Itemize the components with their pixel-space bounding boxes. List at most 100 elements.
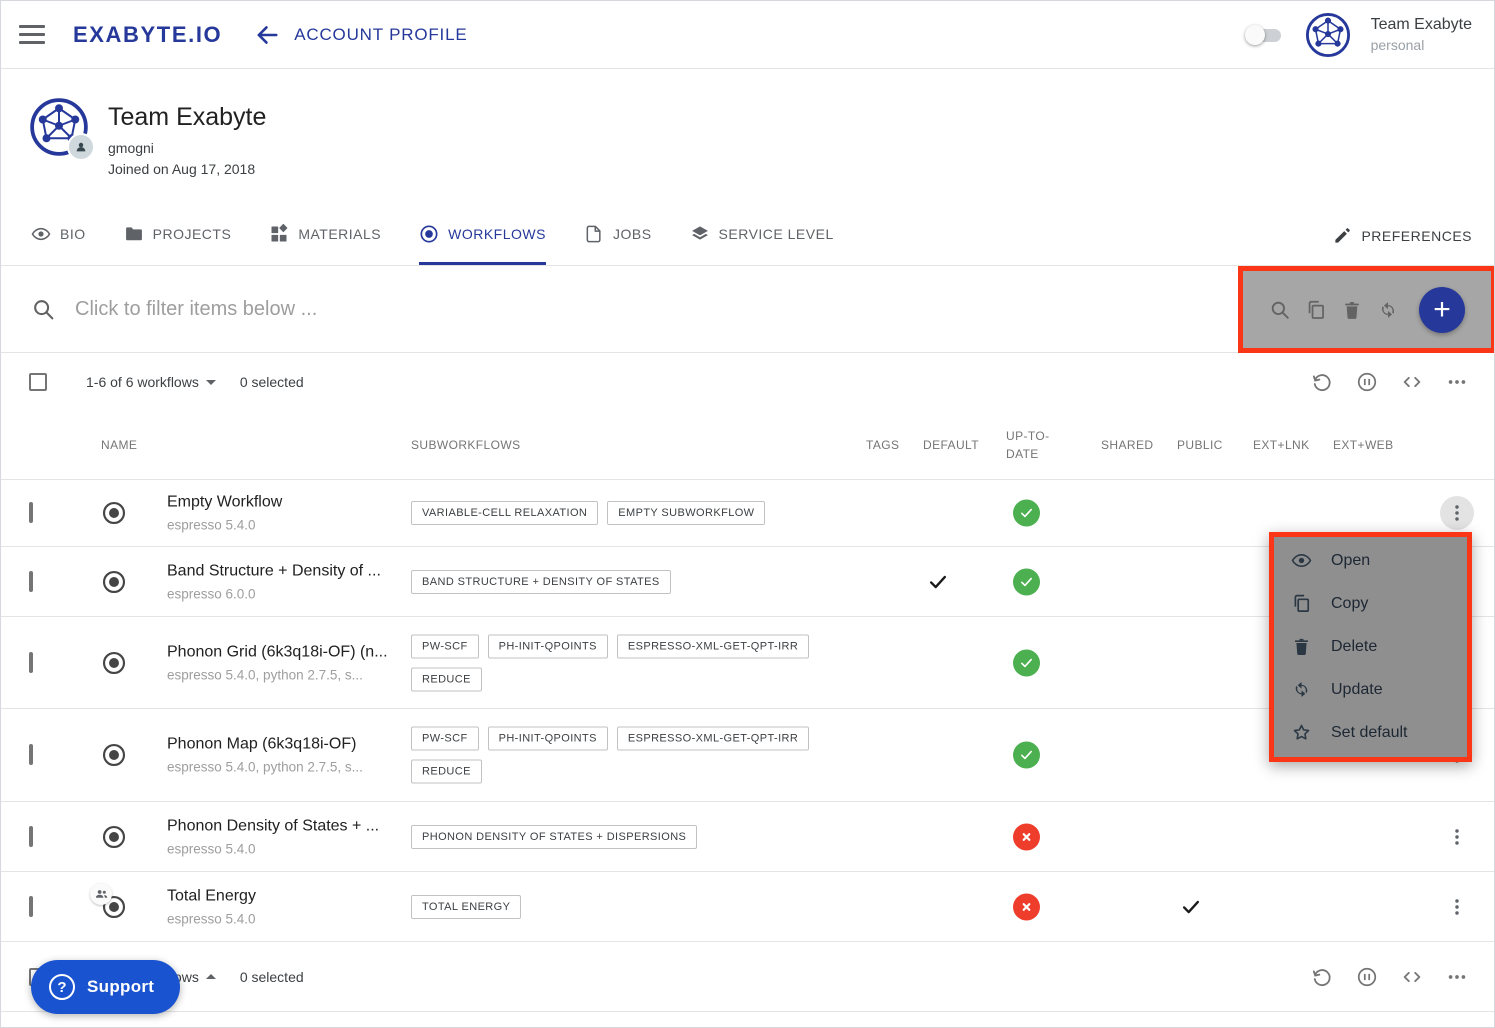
up-to-date-badge xyxy=(1013,649,1040,676)
col-header-tags: TAGS xyxy=(866,438,899,452)
sync-icon xyxy=(1291,679,1312,700)
more-button[interactable] xyxy=(1446,371,1468,393)
help-icon: ? xyxy=(49,974,75,1000)
code-button[interactable] xyxy=(1401,371,1423,393)
workflow-name[interactable]: Total Energy xyxy=(167,887,405,905)
caret-up-icon xyxy=(206,974,216,979)
row-menu-button[interactable] xyxy=(1446,826,1468,848)
menu-item-delete[interactable]: Delete xyxy=(1274,625,1467,668)
kebab-menu-icon xyxy=(1446,502,1468,524)
support-button[interactable]: ? Support xyxy=(31,960,180,1014)
pencil-icon xyxy=(1333,226,1352,245)
col-header-subworkflows: SUBWORKFLOWS xyxy=(411,438,520,452)
filter-input[interactable] xyxy=(73,297,857,322)
tab-label: SERVICE LEVEL xyxy=(719,226,834,242)
history-button[interactable] xyxy=(1311,371,1333,393)
menu-item-update[interactable]: Update xyxy=(1274,668,1467,711)
row-checkbox[interactable] xyxy=(29,744,33,765)
radio-icon xyxy=(419,224,439,244)
account-profile-page: EXABYTE.IO ACCOUNT PROFILE Team Exabyte … xyxy=(0,0,1495,1028)
col-header-name: NAME xyxy=(101,438,137,452)
workflow-name[interactable]: Phonon Density of States + ... xyxy=(167,817,405,835)
update-button[interactable] xyxy=(1377,299,1399,321)
workflow-icon xyxy=(101,650,127,676)
workflow-version: espresso 6.0.0 xyxy=(167,586,405,601)
workflow-name[interactable]: Phonon Map (6k3q18i-OF) xyxy=(167,736,405,754)
workflow-name[interactable]: Empty Workflow xyxy=(167,493,405,511)
tab-materials[interactable]: MATERIALS xyxy=(269,206,381,265)
tab-projects[interactable]: PROJECTS xyxy=(124,206,232,265)
row-checkbox[interactable] xyxy=(29,502,33,523)
row-checkbox[interactable] xyxy=(29,652,33,673)
subworkflow-chip: PW-SCF xyxy=(411,727,479,751)
exabyte-logo[interactable]: EXABYTE.IO xyxy=(73,22,222,48)
subworkflow-chip: VARIABLE-CELL RELAXATION xyxy=(411,501,598,525)
subworkflow-chips: PW-SCF PH-INIT-QPOINTS ESPRESSO-XML-GET-… xyxy=(411,727,831,784)
subworkflow-chip: REDUCE xyxy=(411,667,482,691)
subworkflow-chip: EMPTY SUBWORKFLOW xyxy=(607,501,765,525)
pause-button[interactable] xyxy=(1356,371,1378,393)
tab-label: JOBS xyxy=(613,226,652,242)
shared-people-icon xyxy=(90,883,112,905)
account-avatar[interactable] xyxy=(1305,12,1351,58)
col-header-up-to-date: UP-TO-DATE xyxy=(1006,427,1064,463)
hamburger-menu-icon[interactable] xyxy=(19,25,45,44)
search-button[interactable] xyxy=(1269,299,1291,321)
workflow-name[interactable]: Phonon Grid (6k3q18i-OF) (n... xyxy=(167,643,405,661)
subworkflow-chip: BAND STRUCTURE + DENSITY OF STATES xyxy=(411,570,671,594)
account-name: Team Exabyte xyxy=(1371,14,1472,36)
up-to-date-badge xyxy=(1013,499,1040,526)
selected-count: 0 selected xyxy=(240,374,304,390)
tab-service-level[interactable]: SERVICE LEVEL xyxy=(690,206,834,265)
row-checkbox[interactable] xyxy=(29,826,33,847)
up-to-date-badge xyxy=(1013,742,1040,769)
public-check-icon xyxy=(1180,896,1202,918)
tab-bio[interactable]: BIO xyxy=(31,206,86,265)
document-icon xyxy=(584,224,604,244)
delete-button[interactable] xyxy=(1341,299,1363,321)
row-checkbox[interactable] xyxy=(29,571,33,592)
menu-item-set-default[interactable]: Set default xyxy=(1274,711,1467,754)
code-button[interactable] xyxy=(1401,966,1423,988)
profile-avatar xyxy=(29,97,89,157)
preferences-button[interactable]: PREFERENCES xyxy=(1333,206,1472,265)
workflow-name[interactable]: Band Structure + Density of ... xyxy=(167,562,405,580)
workflow-version: espresso 5.4.0 xyxy=(167,911,405,926)
row-menu-button[interactable] xyxy=(1446,896,1468,918)
header-toggle[interactable] xyxy=(1245,25,1285,45)
plus-icon: + xyxy=(1433,293,1451,327)
col-header-default: DEFAULT xyxy=(923,438,979,452)
menu-item-open[interactable]: Open xyxy=(1274,539,1467,582)
default-check-icon xyxy=(927,571,949,593)
select-all-checkbox[interactable] xyxy=(29,373,47,391)
out-of-date-badge xyxy=(1013,893,1040,920)
row-menu-button[interactable] xyxy=(1440,496,1474,530)
subworkflow-chip: PH-INIT-QPOINTS xyxy=(488,727,608,751)
workflow-icon xyxy=(101,569,127,595)
page-title: ACCOUNT PROFILE xyxy=(294,25,467,45)
copy-button[interactable] xyxy=(1305,299,1327,321)
subworkflow-chips: TOTAL ENERGY xyxy=(411,895,831,919)
widgets-icon xyxy=(269,224,289,244)
add-workflow-button[interactable]: + xyxy=(1419,287,1465,333)
row-checkbox[interactable] xyxy=(29,896,33,917)
history-button[interactable] xyxy=(1311,966,1333,988)
preferences-label: PREFERENCES xyxy=(1361,228,1472,244)
back-arrow-icon[interactable] xyxy=(254,22,280,48)
menu-item-label: Copy xyxy=(1331,595,1368,613)
menu-item-copy[interactable]: Copy xyxy=(1274,582,1467,625)
folder-icon xyxy=(124,224,144,244)
search-icon xyxy=(31,297,56,322)
person-badge-icon xyxy=(67,133,95,161)
workflow-icon xyxy=(101,742,127,768)
account-meta[interactable]: Team Exabyte personal xyxy=(1371,14,1472,54)
more-button[interactable] xyxy=(1446,966,1468,988)
pagination-range[interactable]: 1-6 of 6 workflows xyxy=(86,374,216,390)
tab-workflows[interactable]: WORKFLOWS xyxy=(419,206,546,265)
workflow-version: espresso 5.4.0 xyxy=(167,517,405,532)
tab-jobs[interactable]: JOBS xyxy=(584,206,652,265)
up-to-date-badge xyxy=(1013,568,1040,595)
tab-label: PROJECTS xyxy=(153,226,232,242)
pause-button[interactable] xyxy=(1356,966,1378,988)
tab-label: BIO xyxy=(60,226,86,242)
